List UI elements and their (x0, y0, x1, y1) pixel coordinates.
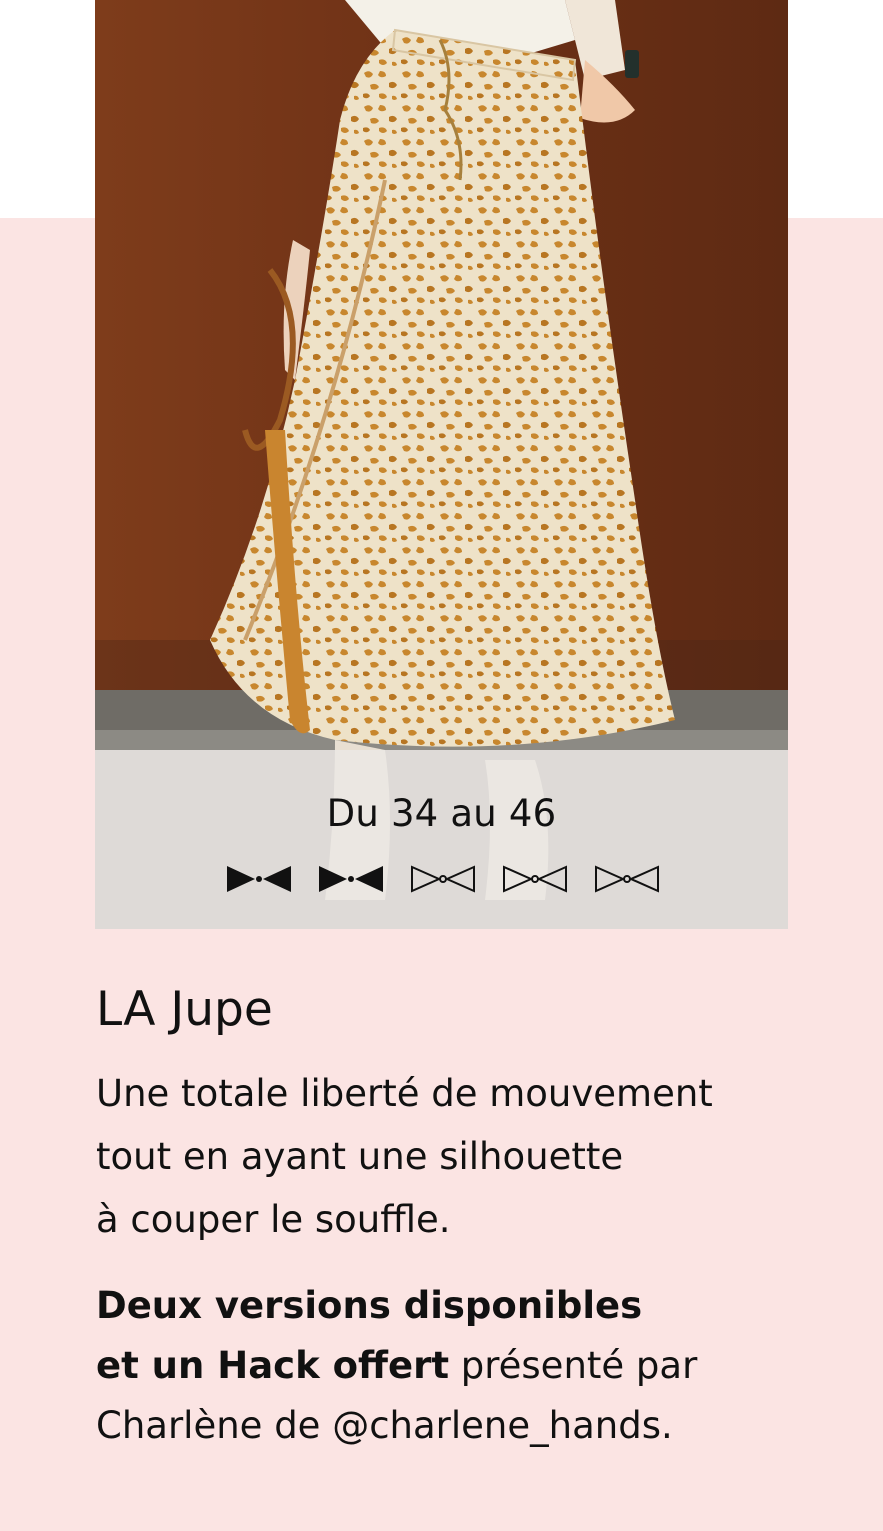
description-line: tout en ayant une silhouette (96, 1135, 624, 1178)
difficulty-rating (225, 862, 661, 896)
bow-tie-icon-outline (595, 865, 659, 893)
details-text: présenté par (449, 1344, 698, 1387)
credit-line: Charlène de @charlene_hands. (96, 1404, 673, 1447)
product-details: Deux versions disponibles et un Hack off… (96, 1276, 816, 1456)
hack-highlight: et un Hack offert (96, 1344, 449, 1387)
size-range-label: Du 34 au 46 (326, 792, 557, 835)
size-info-panel: Du 34 au 46 (95, 750, 788, 929)
bow-tie-icon-outline (411, 865, 475, 893)
product-title: LA Jupe (96, 982, 273, 1037)
bow-tie-icon-outline (503, 865, 567, 893)
description-line: à couper le souffle. (96, 1198, 451, 1241)
versions-highlight: Deux versions disponibles (96, 1284, 643, 1327)
description-line: Une totale liberté de mouvement (96, 1072, 713, 1115)
bow-tie-icon-filled (319, 866, 383, 892)
bow-tie-icon-filled (227, 866, 291, 892)
product-description: Une totale liberté de mouvement tout en … (96, 1062, 796, 1251)
